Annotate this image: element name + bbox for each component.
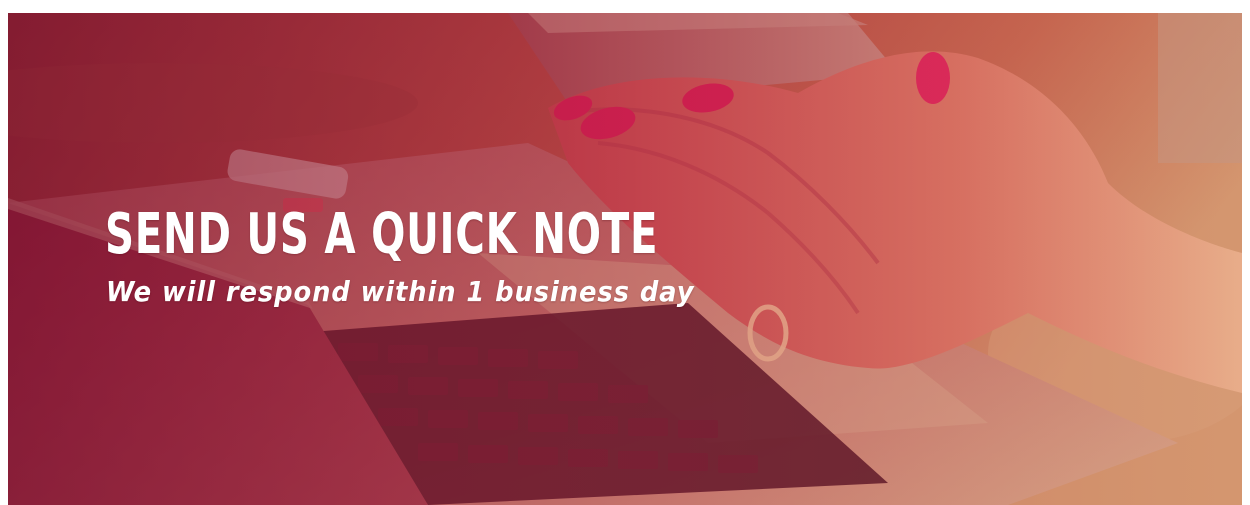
contact-hero-banner: SEND US A QUICK NOTE We will respond wit… (8, 13, 1242, 505)
page: SEND US A QUICK NOTE We will respond wit… (0, 0, 1250, 505)
hero-text-block: SEND US A QUICK NOTE We will respond wit… (105, 203, 873, 309)
hero-title: SEND US A QUICK NOTE (105, 202, 659, 267)
hero-subtitle: We will respond within 1 business day (106, 275, 695, 308)
